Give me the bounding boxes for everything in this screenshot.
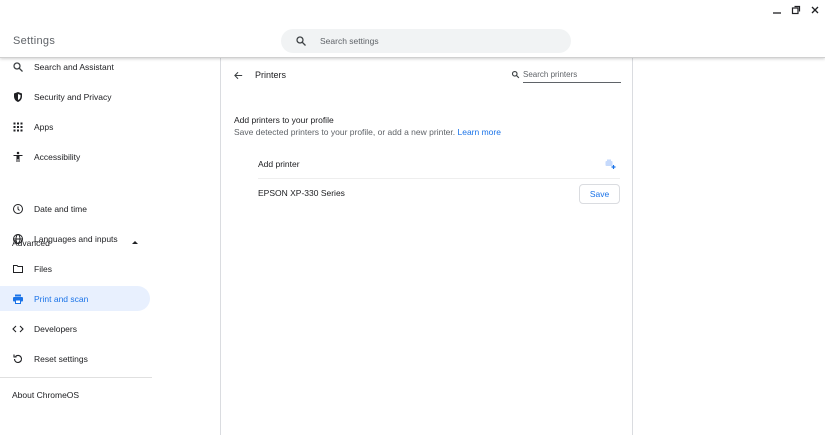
apps-grid-icon: [13, 122, 23, 131]
printer-icon: [13, 294, 23, 304]
sidebar: Search and Assistant Security and Privac…: [0, 58, 152, 435]
clock-icon: [13, 203, 23, 214]
settings-search[interactable]: Search settings: [281, 29, 571, 53]
sidebar-item-languages[interactable]: Languages and inputs: [0, 226, 150, 251]
sidebar-item-about[interactable]: About ChromeOS: [12, 390, 79, 400]
folder-icon: [13, 264, 23, 273]
section-title: Add printers to your profile: [234, 115, 334, 125]
sidebar-item-date-and-time[interactable]: Date and time: [0, 196, 150, 221]
globe-icon: [13, 233, 23, 244]
printer-row: EPSON XP-330 Series Save: [258, 179, 620, 208]
printers-page: Printers Search printers Add printers to…: [220, 58, 633, 435]
accessibility-icon: [13, 151, 23, 162]
search-placeholder: Search settings: [320, 36, 379, 46]
search-icon: [296, 36, 306, 46]
learn-more-link[interactable]: Learn more: [458, 127, 501, 137]
header: Settings Search settings: [0, 0, 825, 58]
restore-icon[interactable]: [791, 5, 801, 15]
shield-icon: [14, 91, 22, 102]
sidebar-item-reset-settings[interactable]: Reset settings: [0, 346, 150, 371]
save-printer-button[interactable]: Save: [579, 184, 620, 204]
search-icon: [13, 61, 23, 72]
sidebar-item-developers[interactable]: Developers: [0, 316, 150, 341]
sidebar-item-print-and-scan[interactable]: Print and scan: [0, 286, 150, 311]
section-description: Save detected printers to your profile, …: [234, 127, 501, 137]
sidebar-item-files[interactable]: Files: [0, 256, 150, 281]
reset-icon: [13, 354, 22, 363]
sidebar-divider: [0, 377, 152, 378]
search-printers-input[interactable]: Search printers: [523, 68, 621, 83]
add-printer-icon[interactable]: [604, 158, 616, 170]
close-icon[interactable]: [810, 5, 820, 15]
search-icon: [511, 70, 520, 79]
sidebar-item-accessibility[interactable]: Accessibility: [0, 144, 150, 169]
minimize-icon[interactable]: [772, 5, 782, 15]
app-title: Settings: [13, 35, 56, 47]
page-title: Printers: [255, 70, 287, 80]
sidebar-item-security[interactable]: Security and Privacy: [0, 84, 150, 109]
sidebar-item-apps[interactable]: Apps: [0, 114, 150, 139]
code-icon: [12, 325, 24, 332]
back-arrow-icon[interactable]: [233, 70, 244, 81]
add-printer-row[interactable]: Add printer: [258, 150, 620, 179]
